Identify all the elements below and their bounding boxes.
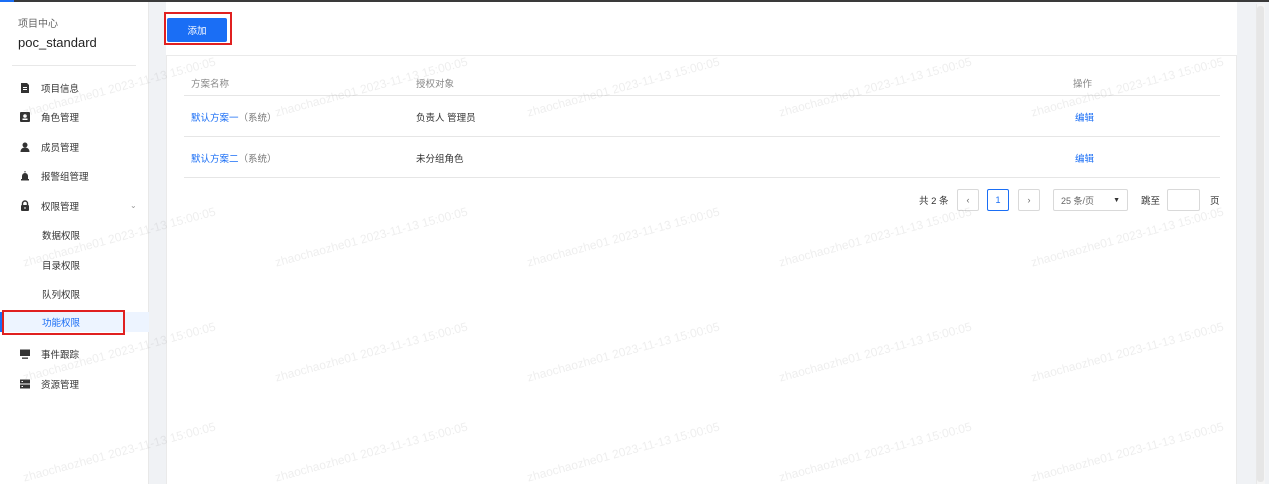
sidebar-item-label: 资源管理 bbox=[41, 380, 80, 391]
row-divider bbox=[184, 177, 1220, 178]
sidebar-item-label: 角色管理 bbox=[41, 113, 80, 124]
chevron-left-icon: ‹ bbox=[966, 195, 970, 205]
sidebar-item-event-tracking[interactable]: 事件跟踪 bbox=[0, 343, 149, 365]
sidebar-subitem-queue-permission[interactable]: 队列权限 bbox=[0, 284, 149, 304]
sidebar-item-project-info[interactable]: 项目信息 bbox=[0, 77, 149, 99]
highlight-box-active-menu bbox=[2, 310, 125, 335]
document-icon bbox=[19, 82, 31, 94]
sidebar-subitem-catalog-permission[interactable]: 目录权限 bbox=[0, 255, 149, 275]
column-header-name: 方案名称 bbox=[191, 79, 230, 90]
chevron-right-icon: › bbox=[1027, 195, 1031, 205]
id-card-icon bbox=[19, 111, 31, 123]
sidebar-divider bbox=[12, 65, 136, 66]
sidebar-item-label: 项目信息 bbox=[41, 84, 80, 95]
sidebar-item-label: 权限管理 bbox=[41, 202, 80, 213]
project-name: poc_standard bbox=[18, 35, 97, 50]
scheme-target: 负责人 管理员 bbox=[416, 113, 476, 124]
header-divider bbox=[184, 95, 1220, 96]
column-header-target: 授权对象 bbox=[416, 79, 455, 90]
pagination-total: 共 2 条 bbox=[919, 196, 949, 207]
caret-down-icon: ▼ bbox=[1113, 196, 1120, 204]
sidebar: 项目中心 poc_standard 项目信息 角色管理 成员管理 报警组管理 权… bbox=[0, 2, 149, 484]
sidebar-item-alarm-group[interactable]: 报警组管理 bbox=[0, 165, 149, 187]
jump-page-input[interactable] bbox=[1167, 189, 1200, 211]
page-size-select[interactable]: 25 条/页 ▼ bbox=[1053, 189, 1128, 211]
sidebar-item-member[interactable]: 成员管理 bbox=[0, 136, 149, 158]
sidebar-item-permission[interactable]: 权限管理 ⌄ bbox=[0, 195, 149, 217]
scheme-tag: （系统） bbox=[238, 154, 277, 165]
edit-link[interactable]: 编辑 bbox=[1075, 151, 1094, 165]
scheme-target: 未分组角色 bbox=[416, 154, 464, 165]
user-icon bbox=[19, 141, 31, 153]
scheme-name-link[interactable]: 默认方案二 bbox=[191, 154, 239, 165]
alarm-icon bbox=[19, 170, 31, 182]
sidebar-subitem-data-permission[interactable]: 数据权限 bbox=[0, 225, 149, 245]
sidebar-item-resource[interactable]: 资源管理 bbox=[0, 373, 149, 395]
edit-link[interactable]: 编辑 bbox=[1075, 110, 1094, 124]
project-caption: 项目中心 bbox=[18, 19, 58, 30]
page-number-button[interactable]: 1 bbox=[987, 189, 1009, 211]
sidebar-item-role[interactable]: 角色管理 bbox=[0, 106, 149, 128]
scheme-name-link[interactable]: 默认方案一 bbox=[191, 113, 239, 124]
highlight-box-add-button bbox=[164, 12, 232, 45]
server-icon bbox=[19, 378, 31, 390]
sidebar-item-label: 事件跟踪 bbox=[41, 350, 80, 361]
chevron-down-icon: ⌄ bbox=[130, 201, 137, 210]
scrollbar-thumb[interactable] bbox=[1257, 6, 1264, 482]
sidebar-item-label: 成员管理 bbox=[41, 143, 80, 154]
lock-icon bbox=[19, 200, 31, 212]
page-size-value: 25 条/页 bbox=[1061, 195, 1095, 206]
scheme-tag: （系统） bbox=[238, 113, 277, 124]
prev-page-button[interactable]: ‹ bbox=[957, 189, 979, 211]
sidebar-item-label: 报警组管理 bbox=[41, 172, 89, 183]
row-divider bbox=[184, 136, 1220, 137]
table-row: 默认方案二（系统） bbox=[191, 151, 277, 165]
next-page-button[interactable]: › bbox=[1018, 189, 1040, 211]
jump-label: 跳至 bbox=[1141, 196, 1161, 207]
column-header-action: 操作 bbox=[1073, 79, 1093, 90]
monitor-icon bbox=[19, 348, 31, 360]
page-suffix-label: 页 bbox=[1210, 196, 1220, 207]
table-row: 默认方案一（系统） bbox=[191, 110, 277, 124]
